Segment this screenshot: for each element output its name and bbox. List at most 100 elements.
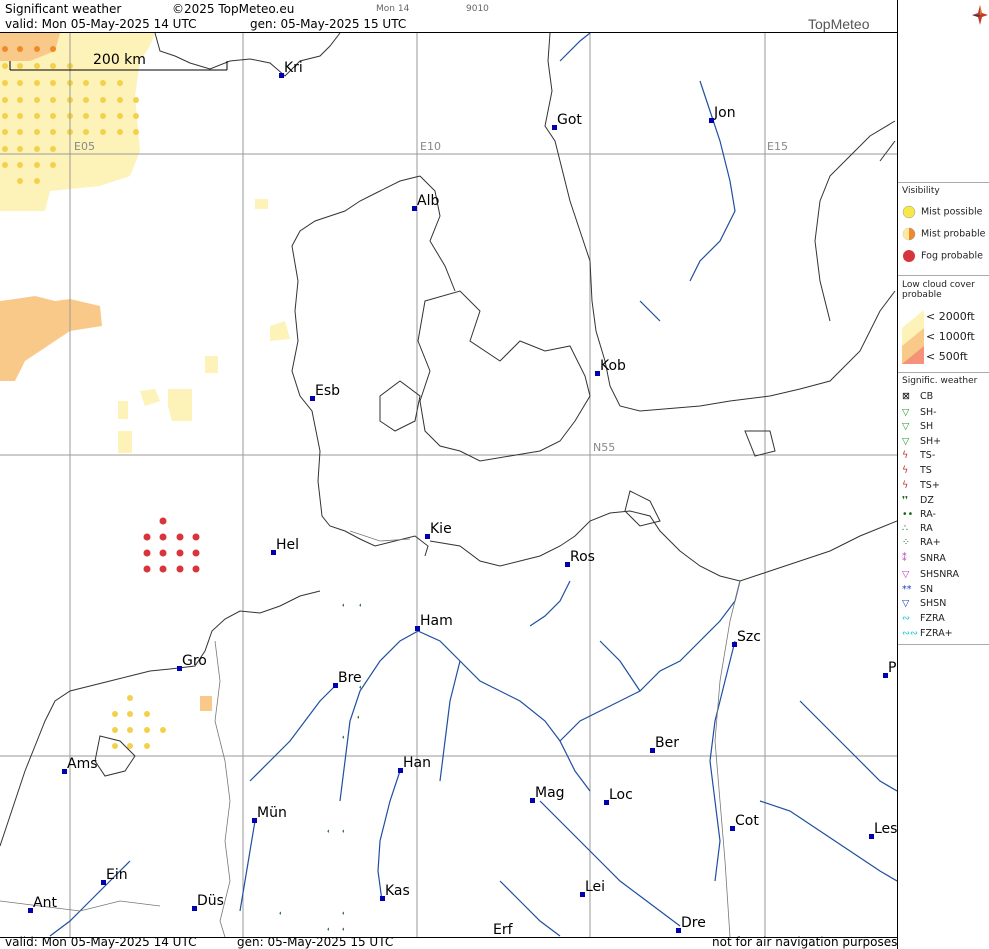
grid-label-n55: N55: [593, 441, 616, 454]
city-jon[interactable]: Jon: [709, 105, 736, 123]
city-mun[interactable]: Mün: [252, 805, 287, 823]
rain-light-icon: ••: [902, 509, 914, 520]
sigwx-ra-minus: •• RA-: [902, 509, 936, 520]
valid-time: valid: Mon 05-May-2025 14 UTC: [5, 17, 197, 31]
sigwx-sh: ▽ SH: [902, 421, 934, 432]
city-got[interactable]: Got: [552, 112, 582, 130]
svg-text:ꜗꜗ: ꜗꜗ: [279, 911, 281, 915]
svg-text:ꜗꜗ: ꜗꜗ: [357, 715, 359, 719]
svg-text:ꜗꜗ: ꜗꜗ: [327, 829, 329, 833]
footer-notice: not for air navigation purposes: [712, 935, 898, 949]
city-gro[interactable]: Gro: [177, 653, 207, 671]
city-hel[interactable]: Hel: [271, 537, 299, 555]
svg-text:ꜗꜗ: ꜗꜗ: [342, 911, 344, 915]
sigwx-sh-minus: ▽ SH-: [902, 407, 937, 418]
city-ant[interactable]: Ant: [28, 895, 57, 913]
city-cot[interactable]: Cot: [730, 813, 759, 831]
legend-panel: TopMeteo Visibility Mist possible Mist p…: [808, 0, 989, 949]
sigwx-snra: ⁑ SNRA: [902, 553, 946, 564]
svg-text:ꜗꜗ: ꜗꜗ: [342, 603, 344, 607]
run-label: Mon 14: [376, 4, 410, 14]
sigwx-shsnra: ▽ SHSNRA: [902, 569, 960, 580]
city-kob[interactable]: Kob: [595, 358, 626, 376]
city-dus[interactable]: Düs: [192, 893, 224, 911]
thunderstorm-light-icon: ϟ: [902, 450, 909, 461]
city-ams[interactable]: Ams: [62, 756, 98, 774]
city-alb[interactable]: Alb: [412, 193, 439, 211]
map-area[interactable]: ꜗꜗꜗꜗ ꜗꜗ ꜗꜗ ꜗꜗ ꜗꜗꜗꜗ ꜗꜗꜗꜗ ꜗꜗꜗꜗ 200 km E05 …: [0, 32, 897, 938]
shower-icon: ▽: [902, 421, 910, 432]
city-p[interactable]: P: [883, 660, 896, 678]
svg-text:ꜗꜗ: ꜗꜗ: [342, 735, 344, 739]
city-esb[interactable]: Esb: [310, 383, 340, 401]
sigwx-ts: ϟ TS: [902, 465, 932, 476]
freezing-rain-heavy-icon: ∾∾: [902, 628, 918, 639]
grid-label-e15: E15: [767, 140, 788, 153]
thunderstorm-icon: ϟ: [902, 465, 909, 476]
cb-icon: ⊠: [902, 391, 910, 402]
chart-frame: Significant weather ©2025 TopMeteo.eu Mo…: [0, 0, 989, 949]
legend-mist-probable: Mist probable: [902, 227, 985, 241]
svg-text:ꜗꜗ: ꜗꜗ: [327, 927, 329, 931]
city-ros[interactable]: Ros: [565, 549, 595, 567]
low-cloud-areas: [0, 33, 290, 711]
sigwx-fzra: ∾ FZRA: [902, 613, 945, 624]
city-loc[interactable]: Loc: [604, 787, 633, 805]
city-ham[interactable]: Ham: [415, 613, 453, 631]
city-kri[interactable]: Kri: [279, 60, 303, 78]
sigwx-shsn: ▽ SHSN: [902, 598, 947, 609]
city-han[interactable]: Han: [398, 755, 431, 773]
low-cloud-2000: < 2000ft: [926, 310, 975, 323]
sigwx-cb: ⊠ CB: [902, 391, 934, 402]
svg-text:ꜗꜗ: ꜗꜗ: [342, 829, 344, 833]
sigwx-ra-plus: ⁘ RA+: [902, 537, 941, 548]
city-mag[interactable]: Mag: [530, 785, 565, 803]
city-kas[interactable]: Kas: [380, 883, 410, 901]
city-ein[interactable]: Ein: [101, 867, 128, 885]
grid-label-e05: E05: [74, 140, 95, 153]
sigwx-title: Signific. weather: [902, 376, 978, 386]
city-lei[interactable]: Lei: [580, 879, 605, 897]
fog-probable-icon: [903, 250, 915, 262]
visibility-title: Visibility: [902, 186, 940, 196]
city-ber[interactable]: Ber: [650, 735, 679, 753]
topmeteo-logo: [902, 3, 988, 31]
shower-light-icon: ▽: [902, 407, 910, 418]
sigwx-fzra-plus: ∾∾ FZRA+: [902, 628, 953, 639]
fog-probable-dots: [143, 517, 200, 573]
city-dre[interactable]: Dre: [676, 915, 706, 933]
mist-possible-icon: [902, 205, 916, 219]
sigwx-ra: ∴ RA: [902, 523, 933, 534]
snow-rain-shower-icon: ▽: [902, 569, 910, 580]
low-cloud-title: Low cloud cover probable: [902, 280, 975, 300]
sigwx-dz: ❜❜ DZ: [902, 495, 934, 506]
freezing-rain-icon: ∾: [902, 613, 910, 624]
drizzle-markers: ꜗꜗꜗꜗ ꜗꜗ ꜗꜗ ꜗꜗ ꜗꜗꜗꜗ ꜗꜗꜗꜗ ꜗꜗꜗꜗ: [279, 603, 361, 931]
sigwx-sn: ** SN: [902, 584, 934, 595]
svg-text:ꜗꜗ: ꜗꜗ: [342, 927, 344, 931]
city-les[interactable]: Les: [869, 821, 897, 839]
low-cloud-swatch: [902, 310, 924, 364]
run-code: 9010: [466, 4, 489, 14]
grid-label-e10: E10: [420, 140, 441, 153]
footer-gen: gen: 05-May-2025 15 UTC: [237, 935, 394, 949]
sigwx-sh-plus: ▽ SH+: [902, 436, 942, 447]
city-szc[interactable]: Szc: [732, 629, 761, 647]
chart-title: Significant weather: [5, 2, 122, 16]
drizzle-icon: ❜❜: [902, 495, 909, 506]
shower-heavy-icon: ▽: [902, 436, 910, 447]
city-bre[interactable]: Bre: [333, 670, 362, 688]
snow-icon: **: [902, 584, 912, 595]
footer-bar: valid: Mon 05-May-2025 14 UTC gen: 05-Ma…: [0, 935, 898, 949]
sigwx-ts-minus: ϟ TS-: [902, 450, 936, 461]
mist-probable-icon: [902, 227, 916, 241]
copyright-text: ©2025 TopMeteo.eu: [172, 2, 295, 16]
scale-label: 200 km: [93, 52, 146, 68]
thunderstorm-heavy-icon: ϟ: [902, 480, 909, 491]
city-kie[interactable]: Kie: [425, 521, 452, 539]
rain-heavy-icon: ⁘: [902, 537, 910, 548]
legend-fog-probable: Fog probable: [902, 249, 983, 263]
rivers: [49, 33, 897, 937]
svg-text:ꜗꜗ: ꜗꜗ: [359, 603, 361, 607]
footer-valid: valid: Mon 05-May-2025 14 UTC: [5, 935, 197, 949]
